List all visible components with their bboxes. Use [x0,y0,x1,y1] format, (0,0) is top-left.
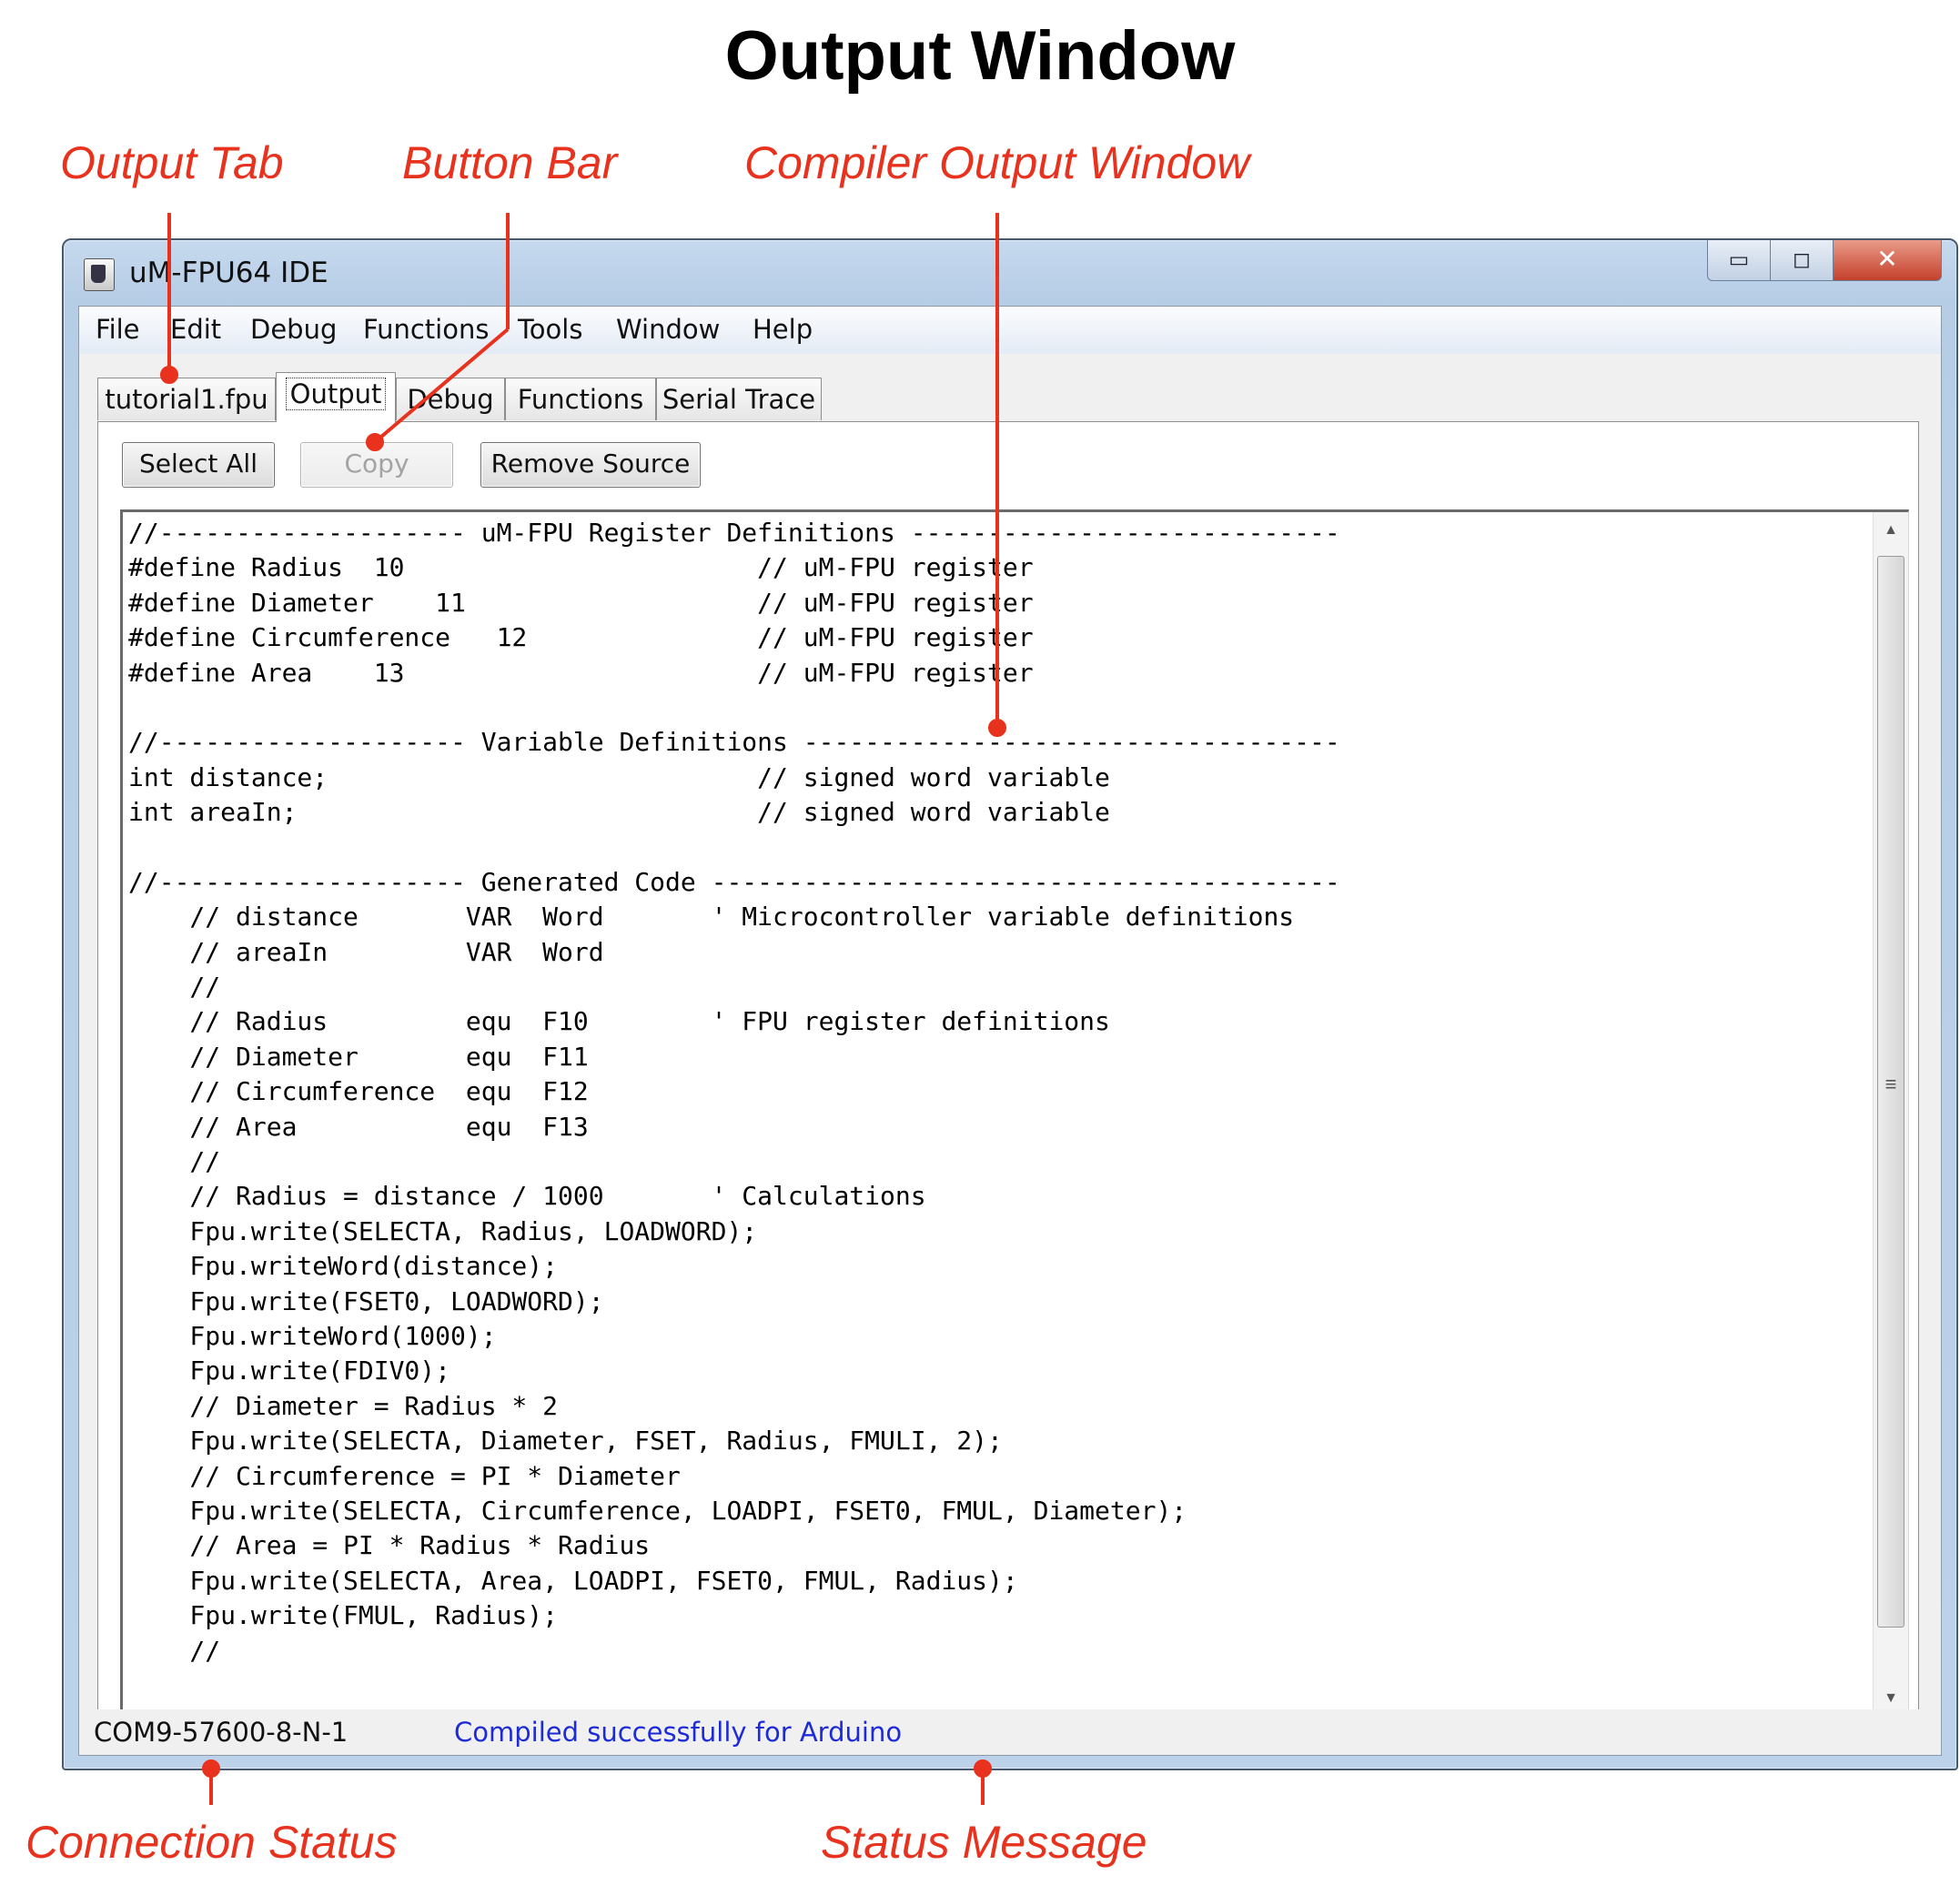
code-line: Fpu.write(SELECTA, Diameter, FSET, Radiu… [128,1426,1003,1457]
tab-tutorial1-fpu[interactable]: tutorial1.fpu [97,378,276,420]
callout-compiler-output-window: Compiler Output Window [744,137,1250,188]
callout-button-bar: Button Bar [402,137,618,188]
code-line: // [128,972,221,1003]
code-line: // Radius equ F10 ' FPU register definit… [128,1006,1110,1037]
status-bar: COM9-57600-8-N-1 Compiled successfully f… [79,1709,1941,1755]
status-message: Compiled successfully for Arduino [454,1717,903,1748]
code-line: Fpu.write(FDIV0); [128,1356,451,1386]
code-line: // [128,1635,221,1666]
code-line: // Circumference = PI * Diameter [128,1460,681,1491]
menu-tools[interactable]: Tools [518,314,582,345]
menu-window[interactable]: Window [616,314,720,345]
tab-label: Output [285,378,387,410]
tab-label: Debug [407,384,494,415]
code-line: //-------------------- Variable Definiti… [128,727,1340,758]
code-line: // Diameter equ F11 [128,1041,589,1072]
code-line: // areaIn VAR Word [128,936,604,967]
callout-status-message: Status Message [821,1817,1147,1868]
scroll-thumb[interactable]: ≡ [1877,556,1904,1628]
callout-output-tab: Output Tab [60,137,284,188]
code-line: // Area equ F13 [128,1111,589,1142]
page-title: Output Window [724,17,1236,95]
tab-serial-trace[interactable]: Serial Trace [656,378,822,420]
code-line: //-------------------- uM-FPU Register D… [128,518,1340,548]
client-area: File Edit Debug Functions Tools Window H… [78,306,1942,1756]
output-panel: Select All Copy Remove Source //--------… [97,421,1919,1733]
code-line: // Radius = distance / 1000 ' Calculatio… [128,1181,926,1212]
menu-debug[interactable]: Debug [250,314,337,345]
tab-label: Functions [517,384,644,415]
select-all-button[interactable]: Select All [122,442,275,488]
maximize-button[interactable]: ◻ [1770,240,1834,281]
connection-status: COM9-57600-8-N-1 [94,1717,349,1748]
code-line: // [128,1146,221,1177]
callout-connection-status: Connection Status [25,1817,398,1868]
menu-help[interactable]: Help [753,314,813,345]
menu-bar: File Edit Debug Functions Tools Window H… [79,307,1941,354]
code-line: Fpu.write(SELECTA, Area, LOADPI, FSET0, … [128,1565,1018,1596]
code-line: Fpu.write(SELECTA, Radius, LOADWORD); [128,1215,758,1246]
minimize-button[interactable]: ▭ [1707,240,1771,281]
vertical-scrollbar[interactable]: ▲ ≡ ▼ [1873,512,1908,1717]
app-icon [84,258,115,291]
remove-source-button[interactable]: Remove Source [480,442,701,488]
scroll-up-arrow-icon[interactable]: ▲ [1874,512,1908,549]
code-line: int areaIn; // signed word variable [128,797,1110,828]
code-line: // distance VAR Word ' Microcontroller v… [128,902,1295,932]
code-line: #define Circumference 12 // uM-FPU regis… [128,622,1034,653]
copy-button[interactable]: Copy [300,442,453,488]
close-button[interactable]: ✕ [1833,240,1942,281]
compiler-output-text[interactable]: //-------------------- uM-FPU Register D… [120,509,1909,1718]
code-line: #define Area 13 // uM-FPU register [128,657,1034,688]
menu-file[interactable]: File [96,314,140,345]
code-line: // Area = PI * Radius * Radius [128,1530,651,1561]
code-line: int distance; // signed word variable [128,761,1110,792]
code-line: // Diameter = Radius * 2 [128,1390,559,1421]
window-title: uM-FPU64 IDE [129,257,328,289]
tab-label: tutorial1.fpu [105,384,268,415]
code-line: Fpu.writeWord(distance); [128,1251,559,1282]
code-line: Fpu.writeWord(1000); [128,1320,497,1351]
tab-debug[interactable]: Debug [396,378,505,420]
tab-output[interactable]: Output [276,372,396,422]
code-line: Fpu.write(FMUL, Radius); [128,1600,559,1631]
code-line: #define Radius 10 // uM-FPU register [128,552,1034,583]
menu-edit[interactable]: Edit [170,314,221,345]
code-line: //-------------------- Generated Code --… [128,866,1340,897]
ide-window: uM-FPU64 IDE ▭ ◻ ✕ File Edit Debug Funct… [62,238,1958,1770]
code-line: Fpu.write(FSET0, LOADWORD); [128,1285,604,1316]
code-lines: //-------------------- uM-FPU Register D… [128,516,1340,1668]
title-bar[interactable]: uM-FPU64 IDE ▭ ◻ ✕ [64,240,1956,306]
code-line: // Circumference equ F12 [128,1076,589,1107]
code-line: #define Diameter 11 // uM-FPU register [128,587,1034,618]
tab-label: Serial Trace [662,384,816,415]
scroll-grip-icon: ≡ [1884,1073,1897,1095]
tab-functions[interactable]: Functions [505,378,656,420]
menu-functions[interactable]: Functions [363,314,489,345]
code-line: Fpu.write(SELECTA, Circumference, LOADPI… [128,1495,1187,1526]
